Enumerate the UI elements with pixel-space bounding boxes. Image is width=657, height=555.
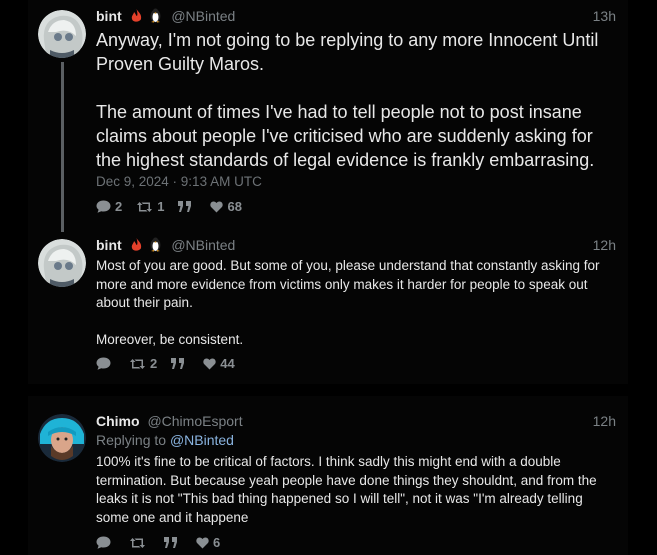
comment-icon bbox=[96, 357, 111, 370]
like-count: 68 bbox=[227, 199, 242, 214]
heart-icon bbox=[196, 536, 209, 548]
quote-button[interactable] bbox=[164, 537, 182, 548]
tweet-paragraph: Anyway, I'm not going to be replying to … bbox=[96, 30, 599, 74]
avatar[interactable] bbox=[38, 239, 86, 287]
retweet-count: 1 bbox=[157, 199, 165, 214]
tweet-paragraph: Moreover, be consistent. bbox=[96, 331, 244, 347]
tweet-paragraph: The amount of times I've had to tell peo… bbox=[96, 102, 595, 170]
penguin-emoji-icon bbox=[150, 8, 161, 26]
display-name[interactable]: bint bbox=[96, 8, 122, 24]
tweet-content: Anyway, I'm not going to be replying to … bbox=[96, 28, 618, 172]
tweet-header: bint @NBinted 13h bbox=[96, 8, 616, 26]
quote-icon bbox=[178, 201, 192, 212]
tweet-stats: 2 44 bbox=[96, 356, 235, 371]
penguin-emoji-icon bbox=[150, 237, 161, 255]
timestamp[interactable]: 13h bbox=[593, 8, 616, 24]
heart-icon bbox=[203, 357, 216, 369]
retweet-button[interactable]: 1 bbox=[136, 199, 164, 214]
comment-icon bbox=[96, 536, 111, 549]
replying-to-label: Replying to bbox=[96, 432, 170, 448]
tweet-header: Chimo @ChimoEsport 12h bbox=[96, 413, 616, 431]
timestamp[interactable]: 12h bbox=[593, 413, 616, 429]
like-button[interactable]: 44 bbox=[203, 356, 235, 371]
retweet-button[interactable] bbox=[129, 537, 150, 549]
thread-panel: bint @NBinted 13h Anyway, I'm not going … bbox=[28, 0, 628, 384]
reply-panel: Chimo @ChimoEsport 12h Replying to @NBin… bbox=[28, 396, 628, 555]
reply-button[interactable] bbox=[96, 357, 115, 370]
tweet-header: bint @NBinted 12h bbox=[96, 237, 616, 255]
username[interactable]: @NBinted bbox=[171, 8, 235, 24]
like-button[interactable]: 68 bbox=[210, 199, 242, 214]
tweet[interactable]: Chimo @ChimoEsport 12h Replying to @NBin… bbox=[28, 413, 628, 555]
replying-to: Replying to @NBinted bbox=[96, 432, 234, 448]
quote-icon bbox=[164, 537, 177, 548]
reply-count: 2 bbox=[115, 199, 123, 214]
reply-button[interactable] bbox=[96, 536, 115, 549]
quote-button[interactable] bbox=[178, 201, 196, 212]
thread-connector bbox=[61, 62, 64, 232]
like-button[interactable]: 6 bbox=[196, 535, 220, 550]
like-count: 44 bbox=[220, 356, 235, 371]
heart-icon bbox=[210, 200, 224, 212]
comment-icon bbox=[96, 200, 111, 213]
timeline: bint @NBinted 13h Anyway, I'm not going … bbox=[0, 0, 657, 555]
retweet-icon bbox=[137, 201, 153, 212]
tweet-date[interactable]: Dec 9, 2024 · 9:13 AM UTC bbox=[96, 174, 262, 189]
avatar[interactable] bbox=[38, 414, 86, 462]
like-count: 6 bbox=[213, 535, 221, 550]
quote-icon bbox=[171, 358, 185, 369]
replying-to-link[interactable]: @NBinted bbox=[170, 432, 234, 448]
tweet[interactable]: bint @NBinted 12h Most of you are good. … bbox=[28, 237, 628, 377]
retweet-icon bbox=[130, 358, 145, 369]
tweet-content: 100% it's fine to be critical of factors… bbox=[96, 453, 618, 527]
tweet-paragraph: 100% it's fine to be critical of factors… bbox=[96, 454, 597, 525]
reply-button[interactable]: 2 bbox=[96, 199, 122, 214]
avatar[interactable] bbox=[38, 10, 86, 58]
username[interactable]: @NBinted bbox=[171, 237, 235, 253]
tweet-stats: 6 bbox=[96, 535, 220, 550]
fire-emoji-icon bbox=[130, 9, 143, 26]
tweet[interactable]: bint @NBinted 13h Anyway, I'm not going … bbox=[28, 8, 628, 232]
username[interactable]: @ChimoEsport bbox=[147, 413, 242, 429]
tweet-content: Most of you are good. But some of you, p… bbox=[96, 257, 618, 349]
fire-emoji-icon bbox=[130, 238, 143, 255]
tweet-paragraph: Most of you are good. But some of you, p… bbox=[96, 258, 600, 310]
retweet-button[interactable]: 2 bbox=[129, 356, 157, 371]
retweet-icon bbox=[130, 537, 145, 548]
quote-button[interactable] bbox=[171, 358, 189, 369]
display-name[interactable]: bint bbox=[96, 237, 122, 253]
display-name[interactable]: Chimo bbox=[96, 413, 140, 429]
timestamp[interactable]: 12h bbox=[593, 237, 616, 253]
tweet-stats: 2 1 68 bbox=[96, 199, 242, 214]
retweet-count: 2 bbox=[150, 356, 158, 371]
